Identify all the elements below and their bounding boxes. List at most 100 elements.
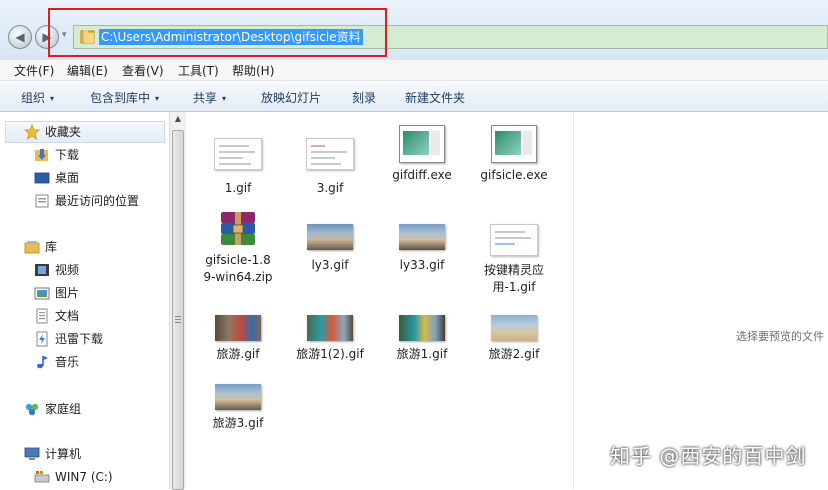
address-path[interactable]: C:\Users\Administrator\Desktop\gifsicle资… bbox=[99, 29, 363, 45]
nav-favorites-label: 收藏夹 bbox=[45, 125, 82, 139]
nav-documents-label: 文档 bbox=[55, 309, 80, 323]
file-item[interactable]: 旅游1(2).gif bbox=[295, 315, 365, 363]
nav-download-label: 下载 bbox=[55, 148, 80, 162]
file-item[interactable]: gifdiff.exe bbox=[387, 125, 457, 184]
file-item[interactable]: 3.gif bbox=[295, 138, 365, 197]
file-list-area: 1.gif 3.gif gifdiff.exe gifsicle.exe gif… bbox=[186, 112, 573, 489]
download-folder-icon bbox=[35, 149, 48, 161]
file-name: 1.gif bbox=[224, 181, 252, 195]
chevron-down-icon: ▾ bbox=[155, 94, 160, 103]
file-item[interactable]: 旅游2.gif bbox=[479, 315, 549, 363]
nav-scrollbar-thumb[interactable] bbox=[172, 130, 184, 490]
file-name: 旅游1.gif bbox=[396, 347, 448, 361]
menu-edit[interactable]: 编辑(E) bbox=[67, 62, 108, 79]
pictures-icon bbox=[34, 287, 50, 300]
address-input[interactable]: C:\Users\Administrator\Desktop\gifsicle资… bbox=[73, 25, 828, 49]
organize-button[interactable]: 组织 ▾ bbox=[21, 89, 54, 106]
nav-scrollbar[interactable]: ▲ bbox=[169, 112, 186, 490]
documents-icon bbox=[36, 308, 48, 324]
preview-pane: 选择要预览的文件 bbox=[573, 112, 828, 489]
forward-arrow-icon: ▶ bbox=[42, 30, 52, 44]
nav-thunder-downloads-label: 迅雷下载 bbox=[55, 332, 104, 346]
address-bar-area: ◀ ▶ ▾ C:\Users\Administrator\Desktop\gif… bbox=[0, 0, 828, 60]
menu-tools[interactable]: 工具(T) bbox=[178, 62, 219, 79]
nav-recent-label: 最近访问的位置 bbox=[55, 194, 140, 208]
file-name: ly33.gif bbox=[399, 258, 445, 272]
organize-label: 组织 bbox=[21, 91, 46, 105]
nav-libraries-label: 库 bbox=[45, 240, 58, 254]
video-icon bbox=[35, 264, 49, 276]
scroll-up-icon[interactable]: ▲ bbox=[170, 114, 186, 123]
drive-icon bbox=[34, 471, 50, 483]
back-button[interactable]: ◀ bbox=[8, 25, 32, 49]
file-item[interactable]: gifsicle.exe bbox=[479, 125, 549, 184]
menu-help[interactable]: 帮助(H) bbox=[232, 62, 274, 79]
menu-bar: 文件(F) 编辑(E) 查看(V) 工具(T) 帮助(H) bbox=[0, 60, 828, 81]
nav-homegroup-label: 家庭组 bbox=[45, 402, 82, 416]
file-item[interactable]: ly33.gif bbox=[387, 224, 457, 274]
document-thumbnail bbox=[214, 138, 262, 170]
grip-line bbox=[175, 322, 181, 323]
include-in-library-label: 包含到库中 bbox=[90, 91, 151, 105]
recent-pages-dropdown[interactable]: ▾ bbox=[62, 30, 67, 40]
file-name: ly3.gif bbox=[311, 258, 349, 272]
file-item[interactable]: 旅游1.gif bbox=[387, 315, 457, 363]
new-folder-button[interactable]: 新建文件夹 bbox=[405, 89, 465, 106]
recent-places-icon bbox=[35, 194, 49, 208]
computer-icon bbox=[24, 447, 40, 460]
grip-line bbox=[175, 316, 181, 317]
slideshow-button[interactable]: 放映幻灯片 bbox=[261, 89, 321, 106]
winrar-archive-icon bbox=[221, 212, 255, 245]
chevron-down-icon: ▾ bbox=[222, 94, 227, 103]
folder-icon bbox=[80, 30, 95, 44]
file-item[interactable]: ly3.gif bbox=[295, 224, 365, 274]
forward-button[interactable]: ▶ bbox=[35, 25, 59, 49]
photo-thumbnail bbox=[399, 224, 445, 250]
grip-line bbox=[175, 319, 181, 320]
document-thumbnail bbox=[306, 138, 354, 170]
desktop-icon bbox=[34, 172, 50, 184]
file-name: 旅游2.gif bbox=[488, 347, 540, 361]
photo-thumbnail bbox=[307, 315, 353, 341]
nav-video-label: 视频 bbox=[55, 263, 80, 277]
file-name: 按键精灵应用-1.gif bbox=[483, 263, 544, 294]
back-arrow-icon: ◀ bbox=[15, 30, 25, 44]
file-item[interactable]: gifsicle-1.89-win64.zip bbox=[203, 210, 273, 286]
exe-app-icon bbox=[399, 125, 445, 163]
homegroup-icon bbox=[25, 403, 39, 416]
menu-view[interactable]: 查看(V) bbox=[122, 62, 164, 79]
music-note-icon bbox=[37, 356, 48, 369]
command-toolbar: 组织 ▾ 包含到库中 ▾ 共享 ▾ 放映幻灯片 刻录 新建文件夹 bbox=[0, 81, 828, 112]
photo-thumbnail bbox=[215, 315, 261, 341]
share-label: 共享 bbox=[193, 91, 218, 105]
thunder-download-icon bbox=[36, 331, 48, 347]
nav-computer-label: 计算机 bbox=[45, 447, 82, 461]
share-button[interactable]: 共享 ▾ bbox=[193, 89, 226, 106]
file-item[interactable]: 1.gif bbox=[203, 138, 273, 197]
star-icon bbox=[24, 124, 40, 140]
file-name: 旅游1(2).gif bbox=[296, 347, 364, 361]
file-name: gifsicle.exe bbox=[480, 168, 548, 182]
nav-music-label: 音乐 bbox=[55, 355, 80, 369]
file-item[interactable]: 旅游3.gif bbox=[203, 384, 273, 432]
exe-app-icon bbox=[491, 125, 537, 163]
nav-pictures-label: 图片 bbox=[55, 286, 80, 300]
file-name: gifdiff.exe bbox=[392, 168, 452, 182]
burn-button[interactable]: 刻录 bbox=[352, 89, 376, 106]
photo-thumbnail bbox=[399, 315, 445, 341]
document-thumbnail bbox=[490, 224, 538, 256]
file-name: 旅游3.gif bbox=[212, 416, 264, 430]
chevron-down-icon: ▾ bbox=[50, 94, 55, 103]
file-name: 旅游.gif bbox=[216, 347, 260, 361]
preview-message: 选择要预览的文件 bbox=[736, 330, 824, 343]
menu-file[interactable]: 文件(F) bbox=[14, 62, 54, 79]
navigation-pane bbox=[0, 112, 168, 489]
file-name: gifsicle-1.89-win64.zip bbox=[203, 253, 273, 284]
file-item[interactable]: 旅游.gif bbox=[203, 315, 273, 363]
photo-thumbnail bbox=[215, 384, 261, 410]
file-item[interactable]: 按键精灵应用-1.gif bbox=[479, 224, 549, 296]
library-icon bbox=[24, 241, 40, 254]
photo-thumbnail bbox=[307, 224, 353, 250]
file-name: 3.gif bbox=[316, 181, 344, 195]
include-in-library-button[interactable]: 包含到库中 ▾ bbox=[90, 89, 159, 106]
